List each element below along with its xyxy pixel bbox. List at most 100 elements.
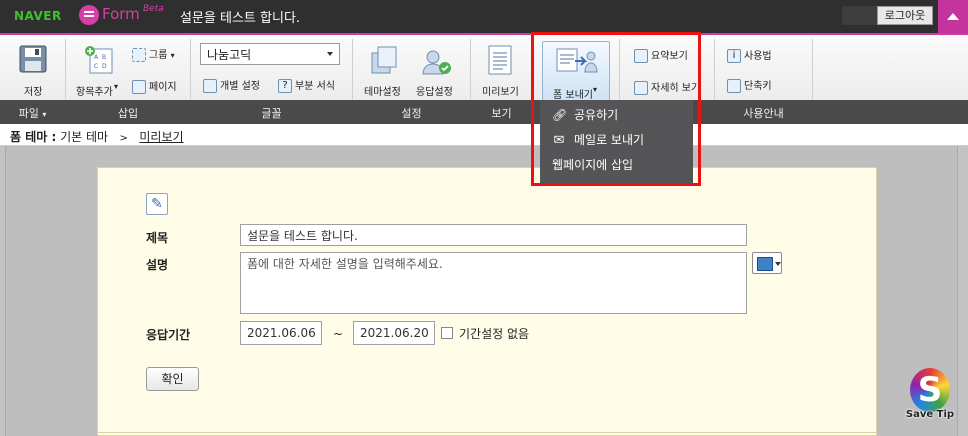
response-setting-button[interactable]: 응답설정 [412,41,460,99]
divider [812,39,813,99]
no-period-checkbox[interactable] [441,327,453,339]
group-button[interactable]: 그룹 ▾ [132,46,175,62]
background-style-button[interactable] [752,252,782,274]
confirm-button[interactable]: 확인 [146,367,199,391]
savetip-text: Save Tip [905,409,955,420]
top-bar: NAVER Form Beta 설문을 테스트 합니다. 로그아웃 [0,0,968,33]
page-icon [132,80,146,94]
save-label: 저장 [24,87,43,98]
group-insert: 삽입 [117,107,139,120]
menu-item-share-label: 공유하기 [574,108,619,122]
breadcrumb: 폼 테마 : 기본 테마 > 미리보기 [0,124,968,146]
keyboard-icon [727,79,741,93]
individual-setting-button[interactable]: 개별 설정 [203,77,260,93]
menu-item-share[interactable]: 🔗︎ 공유하기 [540,103,693,128]
menu-item-embed-webpage-label: 웹페이지에 삽입 [552,158,634,172]
detail-view-button[interactable]: 자세히 보기 [634,79,700,95]
detail-view-label: 자세히 보기 [651,83,701,94]
menu-item-embed-webpage[interactable]: 웹페이지에 삽입 [540,153,693,178]
divider [65,39,66,99]
summary-view-button[interactable]: 요약보기 [634,47,688,63]
how-to-button[interactable]: i 사용법 [727,47,772,63]
breadcrumb-theme[interactable]: 기본 테마 [60,130,108,144]
description-textarea[interactable]: 폼에 대한 자세한 설명을 입력해주세요. [240,252,747,314]
no-period-label: 기간설정 없음 [459,327,530,341]
send-form-label: 폼 보내기 [553,90,593,101]
send-form-menu: 🔗︎ 공유하기 ✉ 메일로 보내기 웹페이지에 삽입 [540,100,693,185]
title-label: 제목 [146,231,169,245]
partial-format-label: 부분 서식 [295,81,335,92]
theme-icon [371,46,397,74]
start-date-input[interactable]: 2021.06.06 [240,321,322,345]
title-input[interactable]: 설문을 테스트 합니다. [240,224,747,246]
help-icon: ? [278,79,292,93]
theme-setting-label: 테마설정 [364,87,401,98]
collapse-ribbon-button[interactable] [938,0,968,33]
page-button[interactable]: 페이지 [132,78,177,94]
form-logo-text: Form [102,5,140,23]
save-button[interactable]: 저장 [8,41,58,99]
chart-icon [634,49,648,63]
group-setting: 설정 [401,107,422,120]
group-font: 글꼴 [261,107,282,120]
group-label: 그룹 [149,50,168,61]
summary-view-label: 요약보기 [651,51,688,62]
group-guide: 사용안내 [743,107,784,120]
edit-pencil-button[interactable]: ✎ [146,193,168,215]
shortcut-button[interactable]: 단축키 [727,77,772,93]
ribbon-group-labels: 파일 ▾ 삽입 글꼴 설정 보기 사용안내 [0,100,968,124]
partial-format-button[interactable]: ? 부분 서식 [278,77,335,93]
savetip-logo: Save Tip [900,368,960,428]
breadcrumb-separator: > [119,133,128,144]
user-name [842,6,877,25]
send-form-button[interactable]: 폼 보내기 ▾ [542,41,610,101]
divider [190,39,191,99]
add-item-label: 항목추가 [76,87,113,98]
divider [470,39,471,99]
page-title: 설문을 테스트 합니다. [180,11,301,26]
preview-label: 미리보기 [482,87,519,98]
response-setting-label: 응답설정 [416,87,453,98]
savetip-s-icon [910,368,950,412]
font-select[interactable]: 나눔고딕 [200,43,340,65]
breadcrumb-preview[interactable]: 미리보기 [139,130,183,144]
naver-logo[interactable]: NAVER [14,9,62,23]
divider [352,39,353,99]
chevron-down-icon: ▾ [114,82,119,91]
beta-badge: Beta [143,4,164,14]
group-icon [132,48,146,62]
theme-setting-button[interactable]: 테마설정 [360,41,408,99]
svg-text:C: C [94,63,98,70]
floppy-disk-icon [19,45,47,73]
add-item-button[interactable]: A B C D 항목추가 ▾ [72,41,128,99]
pencil-icon: ✎ [151,196,163,212]
document-icon [488,45,512,75]
chevron-down-icon: ▾ [170,51,175,60]
group-view: 보기 [491,107,512,120]
chevron-down-icon: ▾ [593,85,598,94]
period-label: 응답기간 [146,328,191,342]
add-item-icon: A B C D [85,46,113,74]
preview-button[interactable]: 미리보기 [476,41,524,99]
individual-setting-label: 개별 설정 [220,81,260,92]
send-form-icon [556,48,598,73]
logout-button[interactable]: 로그아웃 [877,6,933,25]
ribbon-toolbar: 저장 A B C D 항목추가 ▾ 그룹 ▾ 페이지 나눔고딕 개별 설정 ? 부… [0,33,968,101]
mail-icon: ✉ [553,133,565,148]
svg-text:B: B [102,54,106,61]
chevron-down-icon [327,52,333,56]
how-to-label: 사용법 [744,51,772,62]
divider [619,39,620,99]
link-icon: 🔗︎ [552,108,568,122]
date-range-tilde: ~ [333,327,344,341]
group-file[interactable]: 파일 ▾ [0,105,65,121]
menu-item-send-mail[interactable]: ✉ 메일로 보내기 [540,128,693,153]
users-check-icon [422,50,451,75]
form-logo-icon [79,5,99,25]
divider [532,39,533,99]
end-date-input[interactable]: 2021.06.20 [353,321,435,345]
page-label: 페이지 [149,82,177,93]
svg-text:D: D [102,63,107,70]
divider [714,39,715,99]
magnifier-icon [634,81,648,95]
